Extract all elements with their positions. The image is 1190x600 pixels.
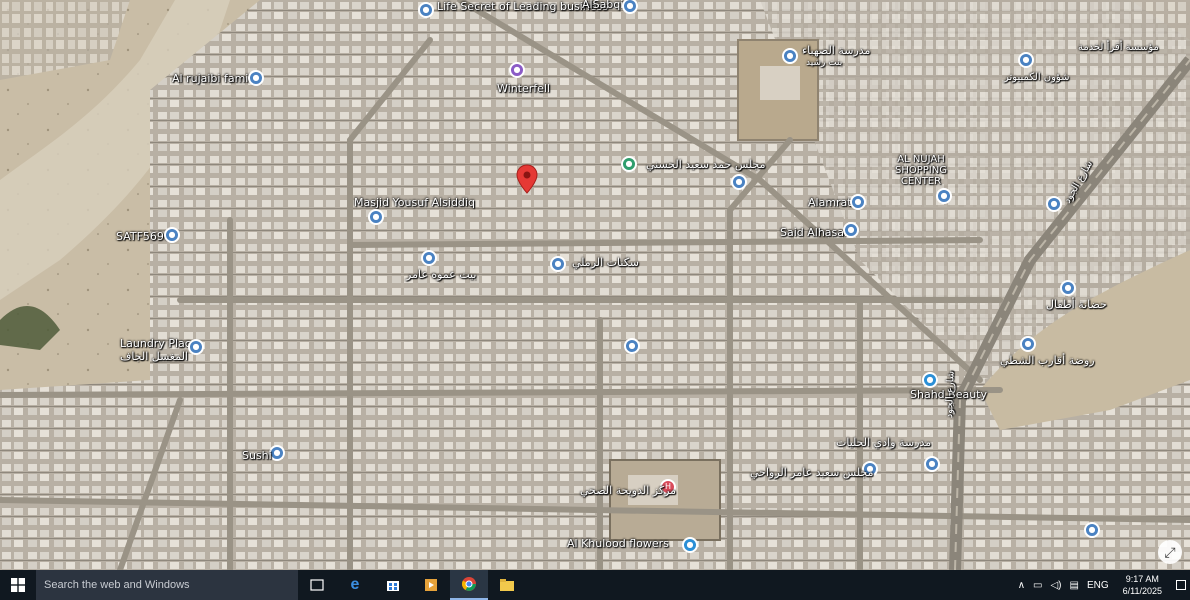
clock-date: 6/11/2025	[1122, 586, 1162, 596]
system-tray: ∧ ▭ ◁) ▤ ENG 9:17 AM 6/11/2025	[1014, 570, 1190, 600]
store-icon	[387, 581, 399, 591]
language-indicator[interactable]: ENG	[1083, 580, 1113, 591]
business-pin-icon[interactable]: ●	[1046, 196, 1062, 212]
windows-taskbar: Search the web and Windows e ∧ ▭ ◁) ▤ EN…	[0, 570, 1190, 600]
mosque-pin-icon[interactable]: ●	[368, 209, 384, 225]
selected-location-marker-icon[interactable]	[516, 164, 538, 194]
expand-map-button[interactable]: ⤢	[1158, 540, 1182, 564]
chrome-button[interactable]	[450, 570, 488, 600]
shopping-pin-icon[interactable]: ●	[682, 537, 698, 553]
edge-button[interactable]: e	[336, 570, 374, 600]
edge-icon: e	[350, 576, 360, 593]
folder-icon	[500, 579, 514, 591]
expand-icon: ⤢	[1164, 543, 1176, 560]
map-imagery	[0, 0, 1190, 570]
school-pin-icon[interactable]: ●	[924, 456, 940, 472]
shopping-pin-icon[interactable]: ●	[936, 188, 952, 204]
search-placeholder: Search the web and Windows	[44, 579, 190, 591]
school-pin-icon[interactable]: ●	[1020, 336, 1036, 352]
chrome-icon	[461, 577, 476, 591]
network-icon[interactable]: ▭	[1029, 580, 1046, 591]
chevron-up-icon[interactable]: ∧	[1014, 580, 1029, 591]
business-pin-icon[interactable]: ●	[1084, 522, 1100, 538]
restaurant-pin-icon[interactable]: ●	[269, 445, 285, 461]
laundry-pin-icon[interactable]: ●	[188, 339, 204, 355]
action-center-button[interactable]	[1172, 570, 1190, 600]
task-view-button[interactable]	[298, 570, 336, 600]
business-pin-icon[interactable]: ●	[624, 338, 640, 354]
business-pin-icon[interactable]: ●	[850, 194, 866, 210]
taskbar-search-box[interactable]: Search the web and Windows	[36, 570, 298, 600]
business-pin-icon[interactable]: ●	[1018, 52, 1034, 68]
business-pin-icon[interactable]: ●	[843, 222, 859, 238]
start-button[interactable]	[0, 570, 36, 600]
clock[interactable]: 9:17 AM 6/11/2025	[1113, 573, 1172, 597]
file-explorer-button[interactable]	[488, 570, 526, 600]
business-pin-icon[interactable]: ●	[421, 250, 437, 266]
hospital-pin-icon[interactable]: H	[660, 479, 676, 495]
beauty-pin-icon[interactable]: ●	[922, 372, 938, 388]
store-button[interactable]	[374, 570, 412, 600]
shopping-pin-icon[interactable]: ●	[509, 62, 525, 78]
place-of-worship-pin-icon[interactable]: ●	[621, 156, 637, 172]
business-pin-icon[interactable]: ●	[164, 227, 180, 243]
message-icon[interactable]: ▤	[1066, 580, 1083, 591]
business-pin-icon[interactable]: ●	[418, 2, 434, 18]
satellite-map[interactable]: ● Life Secret of Leading business AlSabq…	[0, 0, 1190, 570]
volume-icon[interactable]: ◁)	[1046, 580, 1065, 591]
media-button[interactable]	[412, 570, 450, 600]
notification-icon	[1176, 580, 1186, 590]
task-view-icon	[310, 579, 324, 591]
business-pin-icon[interactable]: ●	[550, 256, 566, 272]
business-pin-icon[interactable]: ●	[731, 174, 747, 190]
business-pin-icon[interactable]: ●	[862, 461, 878, 477]
clock-time: 9:17 AM	[1125, 574, 1159, 584]
media-player-icon	[425, 579, 437, 591]
business-pin-icon[interactable]: ●	[248, 70, 264, 86]
business-pin-icon[interactable]: ●	[1060, 280, 1076, 296]
school-pin-icon[interactable]: ●	[782, 48, 798, 64]
windows-logo-icon	[11, 578, 25, 592]
